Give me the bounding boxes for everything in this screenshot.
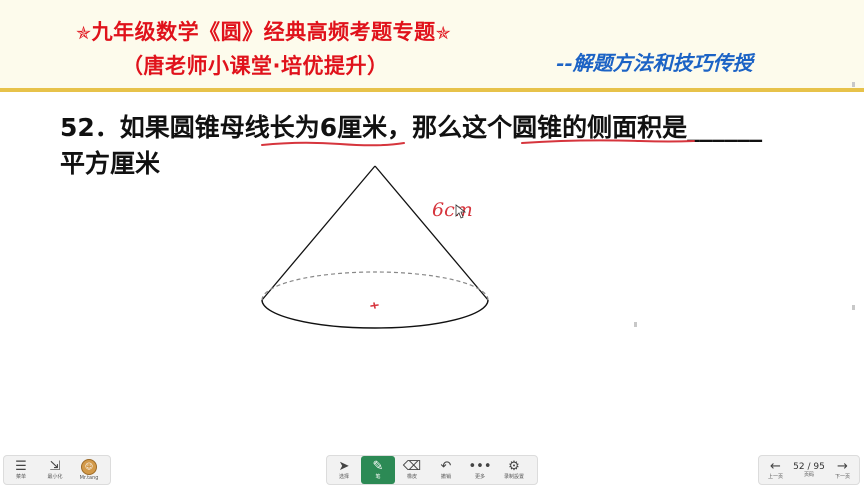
page-number-button[interactable]: 52 / 95 页码 bbox=[792, 456, 826, 484]
arrow-left-icon: ← bbox=[770, 458, 781, 474]
question-line-1: 52．如果圆锥母线长为6厘米，那么这个圆锥的侧面积是______ bbox=[60, 113, 763, 142]
margin-marker bbox=[852, 82, 855, 87]
select-tool-button[interactable]: ➤ 选择 bbox=[327, 456, 361, 484]
margin-marker bbox=[852, 305, 855, 310]
slide-tagline: --解题方法和技巧传授 bbox=[556, 51, 753, 75]
minimize-button[interactable]: ⇲ 最小化 bbox=[38, 456, 72, 484]
record-gear-icon: ⚙ bbox=[508, 458, 520, 474]
eraser-icon: ⌫ bbox=[402, 458, 422, 474]
minimize-icon: ⇲ bbox=[49, 458, 61, 474]
whiteboard-app: ✯九年级数学《圆》经典高频考题专题✯ （唐老师小课堂·培优提升） --解题方法和… bbox=[0, 0, 864, 486]
cone-base-front bbox=[261, 299, 489, 329]
avatar: ☺ bbox=[81, 458, 97, 475]
user-button[interactable]: ☺ Mr.tang bbox=[72, 456, 106, 484]
slide-title: ✯九年级数学《圆》经典高频考题专题✯ bbox=[76, 16, 451, 46]
toolbar-left-group: ☰ 菜单 ⇲ 最小化 ☺ Mr.tang bbox=[3, 455, 111, 485]
more-dots-icon: ••• bbox=[468, 458, 492, 474]
hamburger-icon: ☰ bbox=[15, 458, 27, 474]
cone-slant-right bbox=[374, 165, 489, 301]
ink-center-dot bbox=[370, 302, 379, 309]
eraser-tool-button[interactable]: ⌫ 橡皮 bbox=[395, 456, 429, 484]
undo-icon: ↶ bbox=[440, 458, 452, 474]
question-line-2: 平方厘米 bbox=[60, 149, 161, 178]
margin-marker bbox=[634, 322, 637, 327]
cursor-arrow-icon: ➤ bbox=[338, 458, 350, 474]
more-button[interactable]: ••• 更多 bbox=[463, 456, 497, 484]
cone-base-back bbox=[261, 271, 489, 301]
star-icon: ✯ bbox=[76, 23, 92, 44]
pen-tool-button[interactable]: ✎ 笔 bbox=[361, 456, 395, 484]
header-divider bbox=[0, 88, 864, 92]
toolbar-tools-group: ➤ 选择 ✎ 笔 ⌫ 橡皮 ↶ 撤销 ••• 更多 ⚙ 录制設置 bbox=[326, 455, 538, 485]
arrow-right-icon: → bbox=[837, 458, 848, 474]
mouse-cursor-icon bbox=[455, 204, 467, 219]
slide-header: ✯九年级数学《圆》经典高频考题专题✯ （唐老师小课堂·培优提升） --解题方法和… bbox=[0, 0, 864, 88]
slide-title-text: 九年级数学《圆》经典高频考题专题 bbox=[91, 20, 436, 44]
question-text: 52．如果圆锥母线长为6厘米，那么这个圆锥的侧面积是______ 平方厘米 bbox=[60, 110, 830, 182]
ink-handwriting: 6cm bbox=[432, 199, 473, 221]
star-icon: ✯ bbox=[435, 23, 452, 44]
prev-page-button[interactable]: ← 上一页 bbox=[759, 456, 792, 484]
ink-handwriting-text: 6cm bbox=[432, 199, 473, 221]
slide-subtitle: （唐老师小课堂·培优提升） bbox=[122, 54, 389, 78]
undo-button[interactable]: ↶ 撤销 bbox=[429, 456, 463, 484]
bottom-toolbar: ☰ 菜单 ⇲ 最小化 ☺ Mr.tang ➤ 选择 ✎ 笔 ⌫ 橡皮 ↶ 撤销 … bbox=[0, 452, 864, 486]
cone-slant-left bbox=[261, 165, 376, 301]
next-page-button[interactable]: → 下一页 bbox=[826, 456, 859, 484]
menu-button[interactable]: ☰ 菜单 bbox=[4, 456, 38, 484]
page-indicator: 52 / 95 bbox=[793, 461, 825, 472]
record-settings-button[interactable]: ⚙ 录制設置 bbox=[497, 456, 531, 484]
pen-icon: ✎ bbox=[372, 458, 384, 474]
toolbar-nav-group: ← 上一页 52 / 95 页码 → 下一页 bbox=[758, 455, 860, 485]
